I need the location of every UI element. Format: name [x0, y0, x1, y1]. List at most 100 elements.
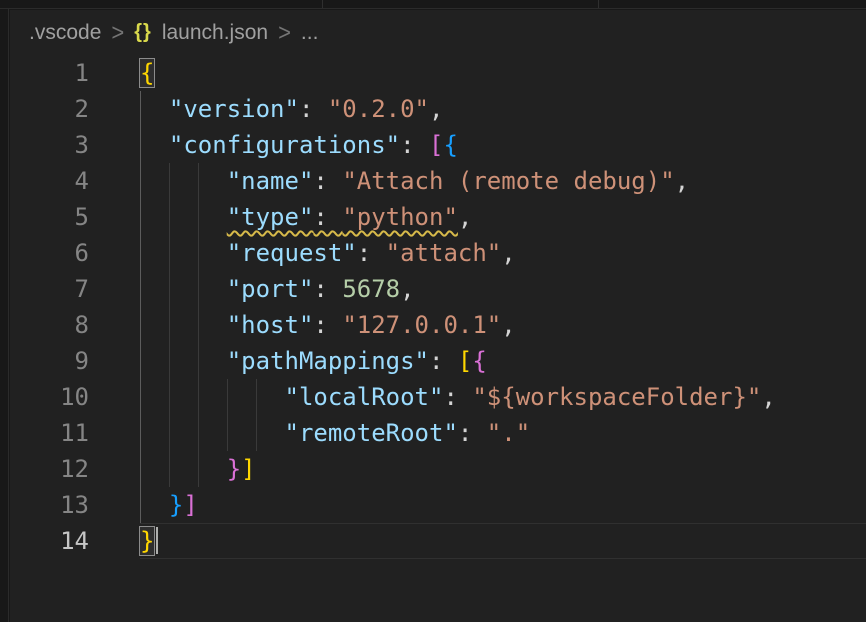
line-number[interactable]: 2	[10, 91, 89, 127]
line-number[interactable]: 7	[10, 271, 89, 307]
indent-guide	[140, 343, 141, 379]
code-line-content[interactable]: "pathMappings": [{	[140, 343, 866, 379]
code-line-content[interactable]: "name": "Attach (remote debug)",	[140, 163, 866, 199]
code-line-content[interactable]: "type": "python",	[140, 199, 866, 235]
code-line[interactable]: 10 "localRoot": "${workspaceFolder}",	[10, 379, 866, 415]
line-number[interactable]: 6	[10, 235, 89, 271]
indent-guide	[198, 415, 199, 451]
code-line[interactable]: 5 "type": "python",	[10, 199, 866, 235]
code-token: ,	[400, 275, 414, 303]
code-token: {	[472, 347, 486, 375]
code-line[interactable]: 13 }]	[10, 487, 866, 523]
breadcrumb-file[interactable]: launch.json	[162, 21, 268, 45]
code-line[interactable]: 8 "host": "127.0.0.1",	[10, 307, 866, 343]
indent-guide	[198, 271, 199, 307]
code-token: ,	[458, 203, 472, 231]
code-token: "${workspaceFolder}"	[472, 383, 761, 411]
indent-guide	[169, 307, 170, 343]
tab-bar-edge	[0, 0, 866, 9]
indent-guide	[140, 127, 141, 163]
indent-guide	[169, 415, 170, 451]
line-number[interactable]: 5	[10, 199, 89, 235]
code-line-content[interactable]: "version": "0.2.0",	[140, 91, 866, 127]
code-editor[interactable]: 1{2 "version": "0.2.0",3 "configurations…	[10, 55, 866, 559]
indent-guide	[140, 163, 141, 199]
code-token: "python"	[342, 203, 458, 231]
line-number[interactable]: 3	[10, 127, 89, 163]
code-token: :	[429, 347, 458, 375]
breadcrumb: .vscode > {} launch.json > ...	[10, 10, 866, 55]
json-file-icon: {}	[134, 21, 152, 44]
code-line[interactable]: 6 "request": "attach",	[10, 235, 866, 271]
line-number[interactable]: 13	[10, 487, 89, 523]
tab-divider	[598, 0, 599, 8]
code-token: :	[313, 275, 342, 303]
code-line[interactable]: 2 "version": "0.2.0",	[10, 91, 866, 127]
code-line[interactable]: 9 "pathMappings": [{	[10, 343, 866, 379]
indent-guide	[140, 379, 141, 415]
bracket-match-highlight: {	[140, 59, 154, 87]
code-token: ]	[183, 491, 197, 519]
code-token: ,	[675, 167, 689, 195]
line-number[interactable]: 4	[10, 163, 89, 199]
indent-guide	[227, 379, 228, 415]
code-token: "version"	[169, 95, 299, 123]
code-token: "type"	[227, 203, 314, 231]
indent-guide	[140, 91, 141, 127]
code-line-content[interactable]: "port": 5678,	[140, 271, 866, 307]
indent-guide	[256, 379, 257, 415]
code-line-content[interactable]: "remoteRoot": "."	[140, 415, 866, 451]
indent-guide	[198, 235, 199, 271]
code-line[interactable]: 7 "port": 5678,	[10, 271, 866, 307]
breadcrumb-folder[interactable]: .vscode	[29, 21, 101, 45]
code-token: "attach"	[386, 239, 502, 267]
text-cursor	[156, 527, 158, 554]
code-line-content[interactable]: }]	[140, 451, 866, 487]
code-token: ,	[429, 95, 443, 123]
line-number[interactable]: 12	[10, 451, 89, 487]
indent-guide	[169, 343, 170, 379]
code-token: [	[458, 347, 472, 375]
code-token: :	[458, 419, 487, 447]
code-token: ,	[761, 383, 775, 411]
code-line[interactable]: 4 "name": "Attach (remote debug)",	[10, 163, 866, 199]
indent-guide	[140, 235, 141, 271]
code-line-content[interactable]: "localRoot": "${workspaceFolder}",	[140, 379, 866, 415]
code-token: }	[227, 455, 241, 483]
chevron-right-icon: >	[111, 18, 124, 47]
window-edge-left	[0, 0, 9, 622]
code-token: "pathMappings"	[227, 347, 429, 375]
code-token: "remoteRoot"	[285, 419, 458, 447]
code-line-content[interactable]: "configurations": [{	[140, 127, 866, 163]
code-line[interactable]: 12 }]	[10, 451, 866, 487]
code-line-content[interactable]: }]	[140, 487, 866, 523]
code-line[interactable]: 11 "remoteRoot": "."	[10, 415, 866, 451]
code-token: :	[313, 203, 342, 231]
indent-guide	[140, 451, 141, 487]
code-token: ,	[501, 311, 515, 339]
indent-guide	[198, 451, 199, 487]
indent-guide	[169, 379, 170, 415]
breadcrumb-symbol-more[interactable]: ...	[301, 21, 319, 45]
code-line-content[interactable]: "request": "attach",	[140, 235, 866, 271]
code-token: :	[357, 239, 386, 267]
line-number[interactable]: 10	[10, 379, 89, 415]
code-line[interactable]: 3 "configurations": [{	[10, 127, 866, 163]
code-token: "0.2.0"	[328, 95, 429, 123]
code-line-content[interactable]: "host": "127.0.0.1",	[140, 307, 866, 343]
indent-guide	[198, 163, 199, 199]
code-token: "host"	[227, 311, 314, 339]
line-number[interactable]: 8	[10, 307, 89, 343]
code-line-content[interactable]: {	[140, 55, 866, 91]
line-number[interactable]: 1	[10, 55, 89, 91]
code-line[interactable]: 14}	[10, 523, 866, 559]
line-number[interactable]: 14	[10, 523, 89, 559]
code-line-content[interactable]: }	[140, 523, 866, 559]
line-number[interactable]: 9	[10, 343, 89, 379]
indent-guide	[140, 487, 141, 523]
indent-guide	[256, 415, 257, 451]
indent-guide	[140, 307, 141, 343]
line-number[interactable]: 11	[10, 415, 89, 451]
code-line[interactable]: 1{	[10, 55, 866, 91]
code-token: :	[443, 383, 472, 411]
